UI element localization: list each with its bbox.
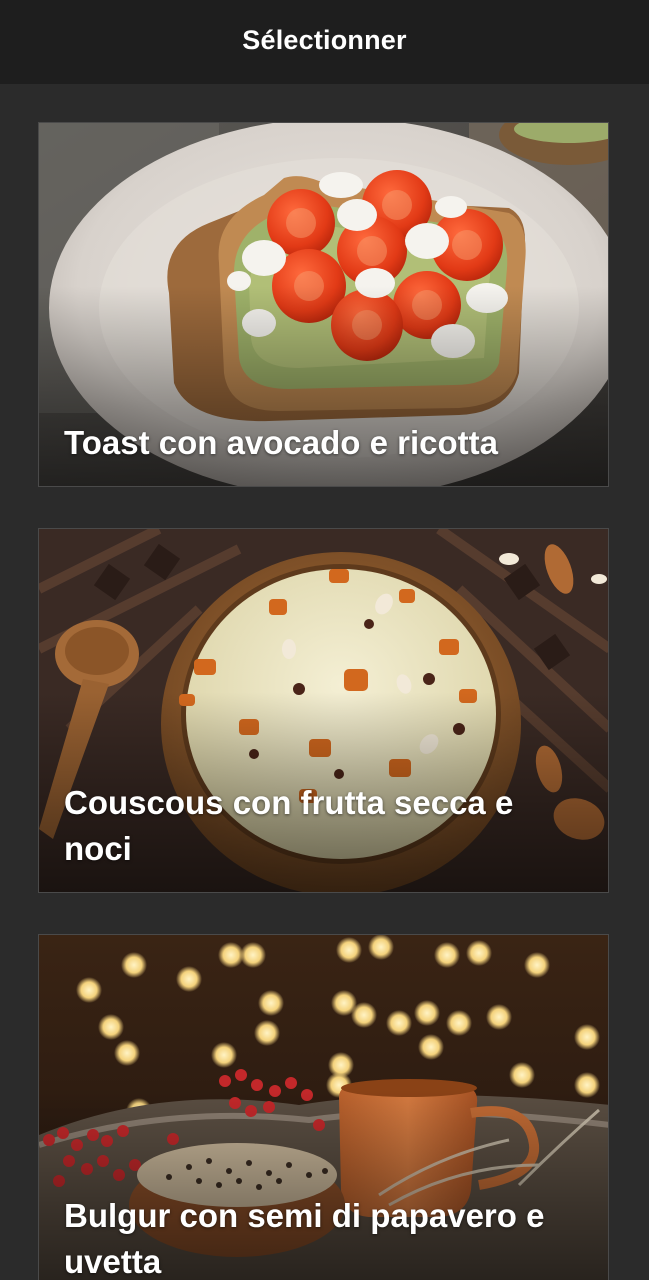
recipe-title: Couscous con frutta secca e noci xyxy=(64,784,514,867)
recipe-selection-screen: Sélectionner Toast con avocado e ricotta… xyxy=(0,0,649,1280)
recipe-title: Bulgur con semi di papavero e uvetta xyxy=(64,1197,545,1280)
recipe-card-toast[interactable]: Toast con avocado e ricotta xyxy=(38,122,609,487)
top-bar: Sélectionner xyxy=(0,0,649,84)
recipe-card-couscous[interactable]: Couscous con frutta secca e noci xyxy=(38,528,609,893)
recipe-title: Toast con avocado e ricotta xyxy=(64,424,498,461)
recipe-card-bulgur[interactable]: Bulgur con semi di papavero e uvetta xyxy=(38,934,609,1280)
page-title: Sélectionner xyxy=(242,24,407,55)
